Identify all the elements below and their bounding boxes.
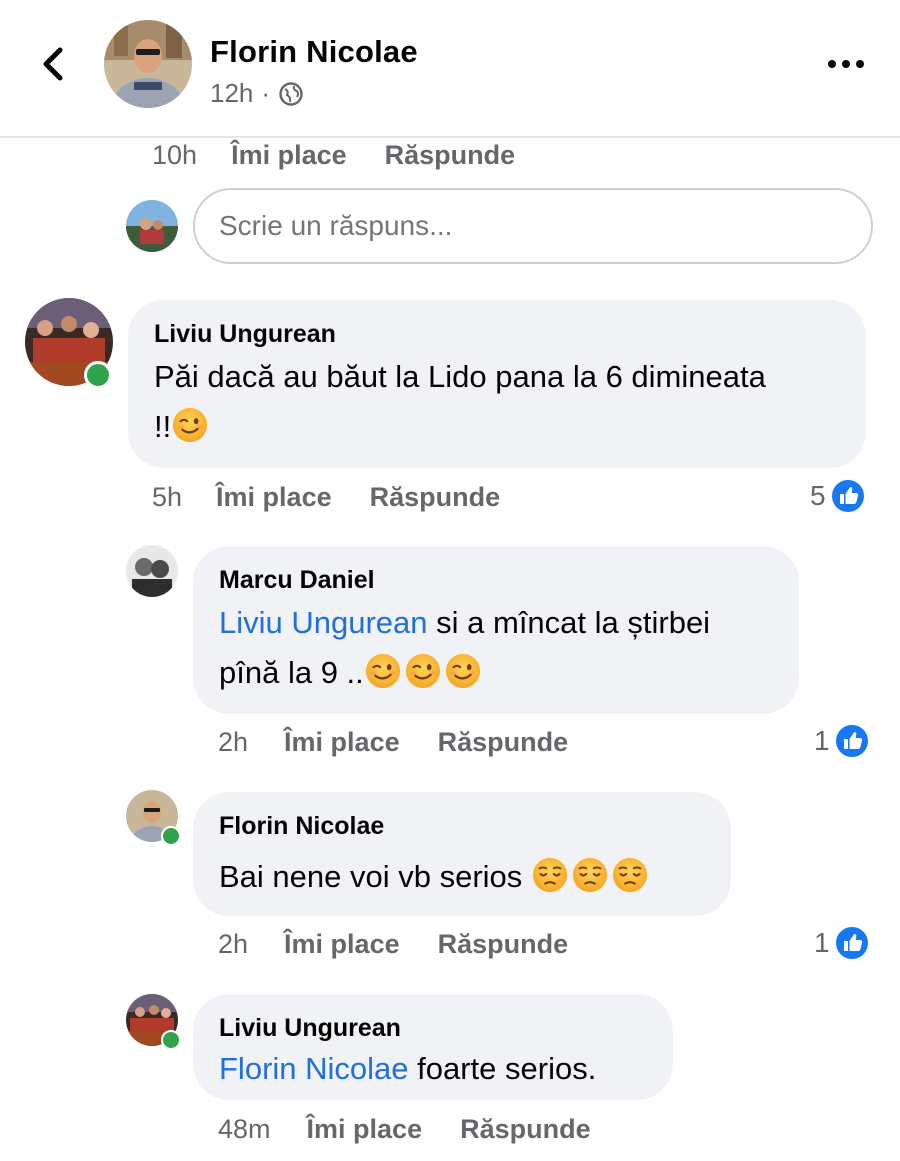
reaction-count[interactable]: 5 (810, 478, 866, 514)
comment-actions: 2h Îmi place Răspunde (218, 929, 568, 960)
pensive-face-emoji (611, 856, 649, 894)
current-user-avatar (126, 200, 178, 252)
comment-text: Liviu Ungurean si a mîncat la știrbei pî… (219, 598, 789, 698)
avatar[interactable] (126, 545, 178, 597)
separator-dot: · (261, 78, 271, 108)
like-link[interactable]: Îmi place (284, 929, 400, 960)
comment-author[interactable]: Marcu Daniel (219, 566, 375, 595)
comment-bubble: Marcu Daniel Liviu Ungurean si a mîncat … (193, 546, 799, 714)
reaction-number: 1 (814, 725, 830, 756)
like-thumb-icon (834, 925, 870, 961)
author-avatar[interactable] (104, 20, 192, 108)
post-time[interactable]: 12h (210, 78, 253, 109)
winking-face-emoji (171, 406, 209, 444)
comment-text: Păi dacă au băut la Lido pana la 6 dimin… (154, 352, 854, 452)
comment-text: Florin Nicolae foarte serios. (219, 1044, 669, 1094)
online-indicator (161, 826, 181, 846)
online-indicator (84, 361, 112, 389)
chevron-left-icon (43, 47, 63, 81)
comment-bubble: Liviu Ungurean Păi dacă au băut la Lido … (128, 300, 866, 468)
like-thumb-icon (830, 478, 866, 514)
reply-link[interactable]: Răspunde (385, 140, 516, 171)
mention-link[interactable]: Florin Nicolae (219, 1051, 409, 1086)
comment-text-line: !! (154, 409, 172, 444)
reply-link[interactable]: Răspunde (438, 929, 569, 960)
comment-author[interactable]: Liviu Ungurean (154, 320, 336, 349)
like-thumb-icon (834, 723, 870, 759)
like-link[interactable]: Îmi place (216, 482, 332, 513)
post-header: Florin Nicolae 12h · (0, 0, 900, 138)
comment-bubble: Liviu Ungurean Florin Nicolae foarte ser… (193, 994, 673, 1100)
winking-face-emoji (364, 652, 402, 690)
reaction-count[interactable]: 1 (814, 723, 870, 759)
like-link[interactable]: Îmi place (307, 1114, 423, 1145)
globe-icon (279, 81, 303, 106)
comment-time[interactable]: 2h (218, 727, 248, 758)
reaction-count[interactable]: 1 (814, 925, 870, 961)
comment-time[interactable]: 48m (218, 1114, 271, 1145)
reply-input[interactable] (193, 188, 873, 264)
mention-link[interactable]: Liviu Ungurean (219, 605, 428, 640)
comment-text-line: foarte serios. (408, 1051, 597, 1086)
comment-actions: 5h Îmi place Răspunde (152, 482, 500, 513)
comment-text-line: Bai nene voi vb serios (219, 859, 531, 894)
comment-text-line: si a mîncat la știrbei (427, 605, 711, 640)
like-link[interactable]: Îmi place (284, 727, 400, 758)
comment-time[interactable]: 2h (218, 929, 248, 960)
comment-author[interactable]: Florin Nicolae (219, 812, 384, 841)
comment-actions: 2h Îmi place Răspunde (218, 727, 568, 758)
reaction-number: 1 (814, 927, 830, 958)
comment-actions: 48m Îmi place Răspunde (218, 1114, 591, 1145)
comment-author[interactable]: Liviu Ungurean (219, 1014, 401, 1043)
reaction-number: 5 (810, 480, 826, 511)
winking-face-emoji (444, 652, 482, 690)
comment-text-line: pînă la 9 .. (219, 655, 364, 690)
comment-text-line: Păi dacă au băut la Lido pana la 6 dimin… (154, 359, 766, 394)
pensive-face-emoji (531, 856, 569, 894)
reply-link[interactable]: Răspunde (438, 727, 569, 758)
comment-actions: 10h Îmi place Răspunde (152, 140, 515, 171)
online-indicator (161, 1030, 181, 1050)
winking-face-emoji (404, 652, 442, 690)
comment-time[interactable]: 10h (152, 140, 197, 171)
comment-bubble: Florin Nicolae Bai nene voi vb serios (193, 792, 731, 916)
reply-link[interactable]: Răspunde (370, 482, 501, 513)
reply-link[interactable]: Răspunde (460, 1114, 591, 1145)
comment-time[interactable]: 5h (152, 482, 182, 513)
more-dots-icon[interactable] (828, 56, 868, 72)
post-meta: 12h · (210, 78, 304, 109)
comment-text: Bai nene voi vb serios (219, 852, 729, 902)
author-name[interactable]: Florin Nicolae (210, 34, 418, 70)
back-button[interactable] (30, 38, 78, 90)
like-link[interactable]: Îmi place (231, 140, 347, 171)
pensive-face-emoji (571, 856, 609, 894)
